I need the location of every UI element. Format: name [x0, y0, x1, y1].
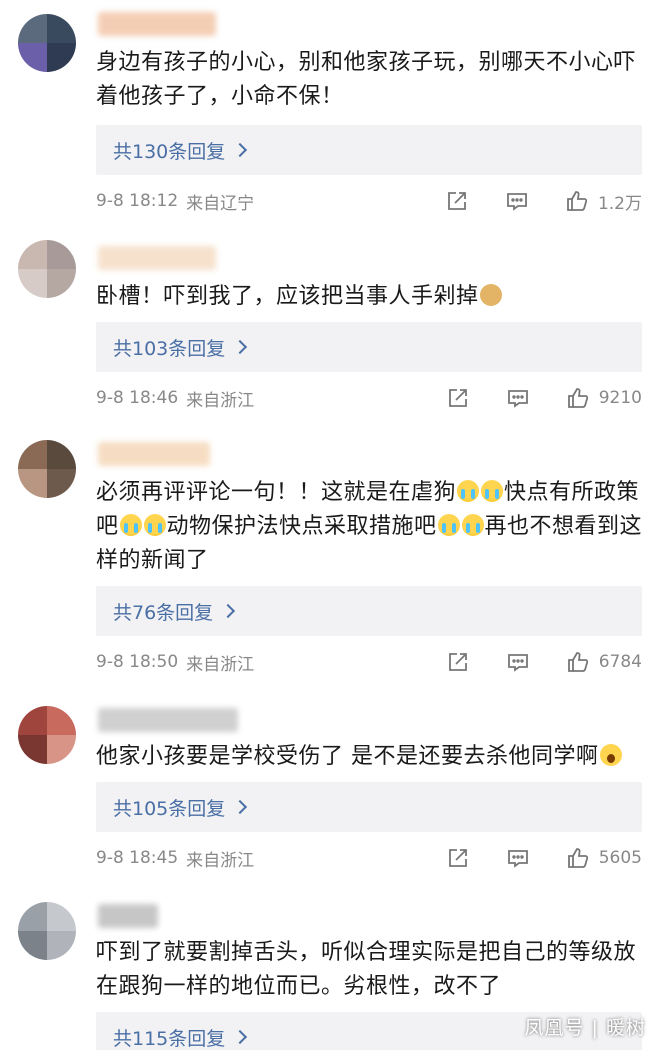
comment-text-body: 他家小孩要是学校受伤了 是不是还要去杀他同学啊: [96, 744, 599, 769]
comment-meta: 9-8 18:45 来自浙江 5605: [96, 843, 642, 873]
crying-emoji-icon: [437, 514, 460, 536]
comment-actions: 5605: [445, 843, 642, 873]
like-icon[interactable]: [565, 649, 591, 675]
comment-text-part1: 必须再评评论一句！！这就是在虐狗: [96, 480, 457, 505]
location: 来自浙江: [186, 654, 255, 675]
comment-text: 必须再评评论一句！！这就是在虐狗 快点有所政策吧 动物保护法快点采取措施吧 再也不想看…: [96, 476, 644, 578]
comment-icon[interactable]: [505, 649, 531, 675]
comment-actions: 1.2万: [444, 186, 642, 216]
avatar[interactable]: [18, 240, 76, 298]
comment-icon[interactable]: [505, 385, 531, 411]
chevron-right-icon: [221, 603, 236, 619]
comment-text-body: 卧槽！吓到我了，应该把当事人手剁掉: [96, 284, 479, 309]
avatar[interactable]: [18, 706, 76, 764]
comment-text: 卧槽！吓到我了，应该把当事人手剁掉: [96, 280, 644, 314]
like-icon[interactable]: [565, 845, 591, 871]
timestamp: 9-8 18:45: [96, 848, 179, 868]
avatar[interactable]: [18, 440, 76, 498]
share-icon[interactable]: [445, 649, 471, 675]
comment-text: 他家小孩要是学校受伤了 是不是还要去杀他同学啊: [96, 740, 644, 774]
avatar[interactable]: [18, 14, 76, 72]
scream-emoji-icon: [599, 744, 622, 766]
location: 来自浙江: [186, 850, 255, 871]
like-count: 6784: [598, 652, 642, 672]
comment-text: 吓到了就要割掉舌头，听似合理实际是把自己的等级放在跟狗一样的地位而已。劣根性，改…: [96, 940, 637, 999]
like-count: 5605: [598, 848, 642, 868]
share-icon[interactable]: [445, 385, 471, 411]
comment-actions: 9210: [445, 383, 642, 413]
location: 来自浙江: [186, 390, 255, 411]
comment-icon[interactable]: [505, 845, 531, 871]
like-icon[interactable]: [565, 385, 591, 411]
comment-icon[interactable]: [504, 188, 530, 214]
chevron-right-icon: [233, 1029, 248, 1045]
replies-button[interactable]: 共130条回复: [96, 125, 642, 175]
replies-label: 共105条回复: [113, 797, 226, 820]
comment-text: 身边有孩子的小心，别和他家孩子玩，别哪天不小心吓着他孩子了，小命不保！: [96, 50, 637, 109]
share-icon[interactable]: [445, 845, 471, 871]
replies-label: 共130条回复: [113, 140, 226, 163]
timestamp: 9-8 18:50: [96, 652, 179, 672]
avatar[interactable]: [18, 902, 76, 960]
chevron-right-icon: [233, 339, 248, 355]
chevron-right-icon: [233, 142, 248, 158]
watermark: 凤凰号 | 暖树: [524, 1017, 646, 1039]
crying-emoji-icon: [481, 480, 504, 502]
timestamp: 9-8 18:12: [96, 191, 179, 211]
crying-emoji-icon: [461, 514, 484, 536]
location: 来自辽宁: [186, 193, 255, 214]
like-icon[interactable]: [564, 188, 590, 214]
comment-meta: 9-8 18:50 来自浙江 6784: [96, 647, 642, 677]
doge-emoji-icon: [479, 284, 502, 306]
username-blurred[interactable]: [98, 442, 210, 466]
share-icon[interactable]: [444, 188, 470, 214]
replies-label: 共76条回复: [113, 601, 214, 624]
chevron-right-icon: [233, 799, 248, 815]
comment-meta: 9-8 18:46 来自浙江 9210: [96, 383, 642, 413]
crying-emoji-icon: [457, 480, 480, 502]
crying-emoji-icon: [143, 514, 166, 536]
username-blurred[interactable]: [98, 12, 216, 36]
replies-button[interactable]: 共105条回复: [96, 782, 642, 832]
like-count: 9210: [598, 388, 642, 408]
replies-button[interactable]: 共76条回复: [96, 586, 642, 636]
timestamp: 9-8 18:46: [96, 388, 179, 408]
replies-button[interactable]: 共103条回复: [96, 322, 642, 372]
username-blurred[interactable]: [98, 246, 216, 270]
username-blurred[interactable]: [98, 708, 238, 732]
replies-label: 共115条回复: [113, 1027, 226, 1050]
comment-text-part3: 动物保护法快点采取措施吧: [166, 514, 437, 539]
replies-label: 共103条回复: [113, 337, 226, 360]
comment-actions: 6784: [445, 647, 642, 677]
crying-emoji-icon: [119, 514, 142, 536]
comment-meta: 9-8 18:12 来自辽宁 1.2万: [96, 186, 642, 216]
like-count: 1.2万: [597, 193, 642, 214]
username-blurred[interactable]: [98, 904, 158, 928]
